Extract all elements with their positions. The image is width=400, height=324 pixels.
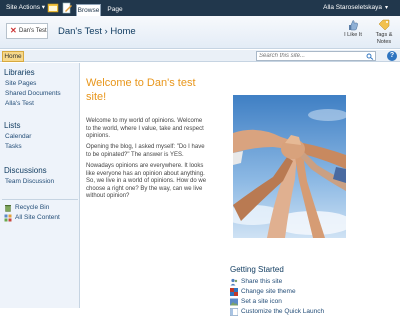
top-nav-bar: Home ? (0, 50, 400, 62)
paragraph-line: like everyone has an opinion about anyth… (86, 170, 205, 177)
page-title: Home (110, 26, 136, 37)
hands-photo (233, 95, 346, 238)
paragraph-line: choose a right one? By the way, can we l… (86, 185, 203, 192)
paragraph-line: to be opinated?" The answer is YES. (86, 151, 184, 158)
getting-started-title: Getting Started (230, 265, 284, 274)
quick-launch: Libraries Site Pages Shared Documents Al… (0, 63, 80, 308)
tags-notes-button[interactable]: Tags & Notes (369, 19, 399, 47)
paragraph-line: So, we live in a world of opinions. How … (86, 178, 207, 184)
nav-heading-lists[interactable]: Lists (4, 121, 20, 131)
all-site-content-icon (4, 214, 12, 222)
tags-notes-label-2: Notes (376, 39, 392, 45)
paragraph-line: Welcome to my world of opinions. Welcome (86, 118, 203, 124)
user-menu[interactable]: Alla Staroseletskaya (323, 2, 382, 14)
site-actions-menu[interactable]: Site Actions ▾ (3, 2, 48, 14)
chevron-down-icon: ▾ (41, 4, 46, 11)
paragraph-line: without opinion? (86, 193, 130, 199)
picture-icon (230, 298, 238, 306)
intro-paragraph: Welcome to my world of opinions. Welcome… (86, 118, 222, 141)
edit-page-icon[interactable] (61, 2, 73, 14)
breadcrumb-site-title[interactable]: Dan's Test (58, 26, 102, 37)
site-logo[interactable]: ✕ Dan's Test (6, 23, 48, 39)
welcome-heading-line-2: site! (86, 91, 107, 103)
chevron-down-icon[interactable]: ▾ (385, 4, 393, 12)
nav-item-recycle-bin[interactable]: Recycle Bin (15, 204, 49, 212)
tab-browse[interactable]: Browse (76, 4, 101, 16)
nav-heading-libraries[interactable]: Libraries (4, 68, 35, 78)
nav-item-shared-documents[interactable]: Shared Documents (5, 90, 61, 98)
theme-label: Change site theme (241, 288, 296, 295)
i-like-it-label: I Like It (344, 32, 362, 38)
share-icon (230, 278, 238, 286)
breadcrumb: Dan's Test › Home (58, 26, 136, 38)
ribbon-bar: Site Actions ▾ Browse Page Alla Starosel… (0, 0, 400, 16)
search-box (256, 51, 376, 61)
recycle-bin-icon (5, 205, 11, 212)
nav-item-allas-test[interactable]: Alla's Test (5, 100, 34, 108)
nav-item-calendar[interactable]: Calendar (5, 133, 31, 141)
tab-page[interactable]: Page (104, 4, 126, 16)
nav-item-team-discussion[interactable]: Team Discussion (5, 178, 54, 186)
nav-item-site-pages[interactable]: Site Pages (5, 80, 36, 88)
question-paragraph: Opening the blog, I asked myself: "Do I … (86, 144, 222, 159)
welcome-heading-line-1: Welcome to Dan's test (86, 77, 196, 89)
paragraph-line: Opening the blog, I asked myself: "Do I … (86, 144, 205, 150)
opinions-paragraph: Nowadays opinions are everywhere. It loo… (86, 163, 222, 201)
site-logo-label: Dan's Test (19, 28, 47, 34)
site-actions-label: Site Actions (6, 4, 40, 11)
search-input[interactable] (257, 52, 365, 60)
navigate-up-icon[interactable] (47, 2, 59, 14)
search-icon[interactable] (366, 53, 374, 60)
site-icon-label: Set a site icon (241, 298, 282, 305)
welcome-heading: Welcome to Dan's test site! (86, 76, 226, 104)
thumbs-up-icon (349, 20, 358, 31)
nav-divider (2, 199, 78, 200)
nav-heading-discussions[interactable]: Discussions (4, 166, 47, 176)
tags-notes-label: Tags & (375, 32, 393, 38)
tab-home[interactable]: Home (2, 51, 24, 62)
paragraph-line: to the world, where I value, take and re… (86, 125, 204, 132)
paragraph-line: Nowadays opinions are everywhere. It loo… (86, 163, 204, 169)
breadcrumb-separator: › (104, 26, 108, 37)
share-label: Share this site (241, 278, 283, 285)
title-area: ✕ Dan's Test Dan's Test › Home I Like It… (0, 16, 400, 49)
quick-launch-label: Customize the Quick Launch (241, 308, 325, 315)
i-like-it-button[interactable]: I Like It (338, 19, 368, 47)
help-icon[interactable]: ? (387, 51, 397, 61)
quick-launch-icon (230, 308, 238, 316)
tag-icon (378, 19, 390, 31)
nav-item-all-site-content[interactable]: All Site Content (15, 214, 60, 222)
broken-image-icon: ✕ (10, 26, 17, 35)
paragraph-line: opinions. (86, 133, 111, 139)
nav-item-tasks[interactable]: Tasks (5, 143, 22, 151)
theme-icon (230, 288, 238, 296)
